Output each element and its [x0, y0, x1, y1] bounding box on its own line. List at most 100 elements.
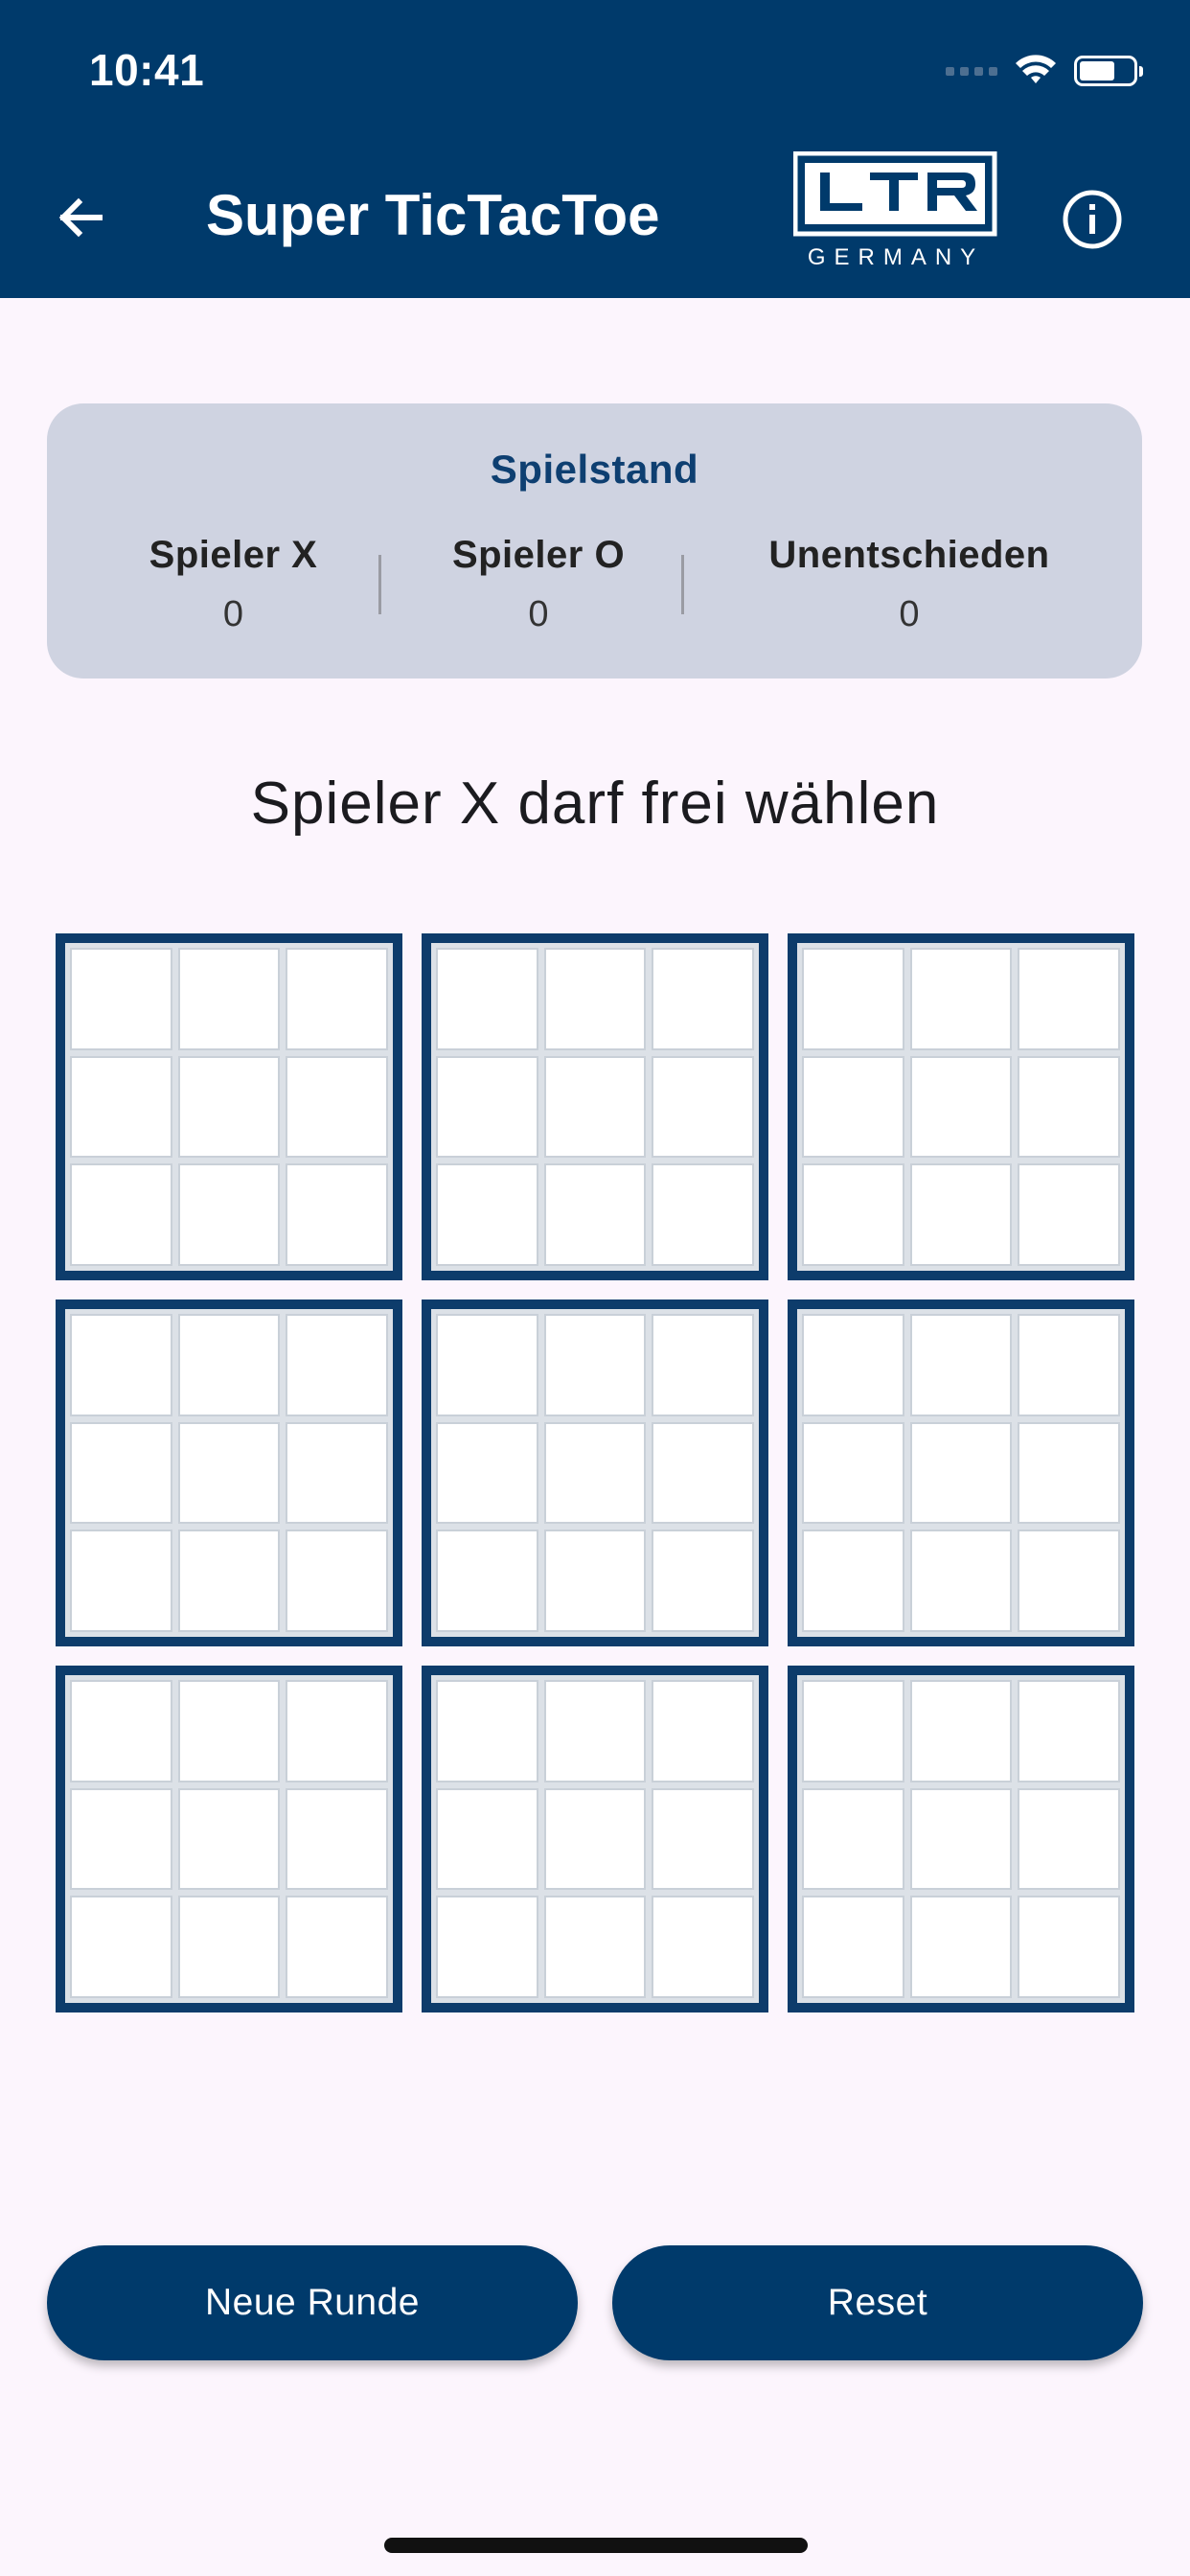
board-cell[interactable] — [286, 1055, 388, 1159]
board-cell[interactable] — [652, 1896, 754, 1998]
board-cell[interactable] — [286, 1421, 388, 1525]
board-cell[interactable] — [802, 1896, 904, 1998]
board-cell[interactable] — [802, 1680, 904, 1782]
sub-board — [422, 1300, 768, 1646]
board-cell[interactable] — [909, 1163, 1013, 1266]
board-cell[interactable] — [1018, 948, 1120, 1050]
board-cell[interactable] — [652, 1421, 754, 1525]
board-cell[interactable] — [543, 1163, 647, 1266]
board-cell[interactable] — [543, 1314, 647, 1416]
board-cell[interactable] — [286, 1163, 388, 1266]
board-cell[interactable] — [286, 948, 388, 1050]
board-cell[interactable] — [70, 1163, 172, 1266]
board-cell[interactable] — [909, 1421, 1013, 1525]
board-cell[interactable] — [436, 1680, 538, 1782]
board-cell[interactable] — [909, 1530, 1013, 1632]
board-cell[interactable] — [177, 1896, 281, 1998]
board-cell[interactable] — [436, 1787, 538, 1891]
board-cell[interactable] — [286, 1680, 388, 1782]
board-cell[interactable] — [652, 1787, 754, 1891]
new-round-button[interactable]: Neue Runde — [47, 2245, 578, 2360]
board-cell[interactable] — [1018, 1055, 1120, 1159]
board-cell[interactable] — [70, 948, 172, 1050]
back-arrow-icon[interactable] — [50, 185, 115, 250]
board-cell[interactable] — [543, 1055, 647, 1159]
board-cell[interactable] — [802, 948, 904, 1050]
score-value: 0 — [222, 594, 244, 634]
board-cell[interactable] — [652, 1530, 754, 1632]
board-cell[interactable] — [177, 1680, 281, 1782]
board-cell[interactable] — [802, 1787, 904, 1891]
board-cell[interactable] — [177, 1163, 281, 1266]
board-cell[interactable] — [1018, 1680, 1120, 1782]
board-cell[interactable] — [652, 948, 754, 1050]
board-cell[interactable] — [436, 948, 538, 1050]
board-cell[interactable] — [1018, 1530, 1120, 1632]
board-cell[interactable] — [436, 1530, 538, 1632]
info-icon[interactable] — [1061, 188, 1124, 251]
board-cell[interactable] — [70, 1680, 172, 1782]
board-cell[interactable] — [909, 1787, 1013, 1891]
board-cell[interactable] — [802, 1314, 904, 1416]
board-cell[interactable] — [436, 1896, 538, 1998]
board-cell[interactable] — [652, 1163, 754, 1266]
board-cell[interactable] — [177, 1421, 281, 1525]
board-cell[interactable] — [652, 1314, 754, 1416]
scoreboard-title: Spielstand — [490, 447, 699, 492]
board-cell[interactable] — [543, 948, 647, 1050]
board-cell[interactable] — [70, 1530, 172, 1632]
app-header: 10:41 Super TicTacToe GERMANY — [0, 0, 1190, 298]
board-cell[interactable] — [1018, 1314, 1120, 1416]
score-divider — [378, 555, 381, 614]
board-cell[interactable] — [177, 1314, 281, 1416]
board-cell[interactable] — [802, 1530, 904, 1632]
board-cell[interactable] — [543, 1680, 647, 1782]
board-cell[interactable] — [70, 1787, 172, 1891]
sub-board — [788, 933, 1134, 1280]
wifi-icon — [1016, 55, 1056, 83]
reset-button[interactable]: Reset — [612, 2245, 1143, 2360]
board-cell[interactable] — [909, 1896, 1013, 1998]
sub-board — [422, 933, 768, 1280]
ltr-germany-logo: GERMANY — [793, 151, 997, 270]
sub-board — [56, 1666, 402, 2012]
board-cell[interactable] — [70, 1055, 172, 1159]
board-cell[interactable] — [1018, 1163, 1120, 1266]
board-cell[interactable] — [177, 948, 281, 1050]
board-cell[interactable] — [909, 1055, 1013, 1159]
board-cell[interactable] — [909, 1680, 1013, 1782]
board-cell[interactable] — [70, 1896, 172, 1998]
board-cell[interactable] — [1018, 1787, 1120, 1891]
score-divider — [681, 555, 684, 614]
board-cell[interactable] — [802, 1163, 904, 1266]
board-cell[interactable] — [286, 1314, 388, 1416]
board-cell[interactable] — [177, 1530, 281, 1632]
board-cell[interactable] — [543, 1530, 647, 1632]
board-cell[interactable] — [286, 1787, 388, 1891]
board-cell[interactable] — [436, 1314, 538, 1416]
board-cell[interactable] — [652, 1680, 754, 1782]
board-cell[interactable] — [286, 1530, 388, 1632]
board-cell[interactable] — [802, 1055, 904, 1159]
sub-board — [788, 1666, 1134, 2012]
board-cell[interactable] — [286, 1896, 388, 1998]
board-cell[interactable] — [436, 1055, 538, 1159]
board-cell[interactable] — [1018, 1421, 1120, 1525]
board-cell[interactable] — [436, 1163, 538, 1266]
board-cell[interactable] — [543, 1787, 647, 1891]
board-cell[interactable] — [177, 1787, 281, 1891]
board-cell[interactable] — [70, 1421, 172, 1525]
sub-board — [56, 933, 402, 1280]
board-cell[interactable] — [909, 948, 1013, 1050]
board-cell[interactable] — [70, 1314, 172, 1416]
score-value: 0 — [899, 594, 920, 634]
board-cell[interactable] — [652, 1055, 754, 1159]
board-cell[interactable] — [543, 1896, 647, 1998]
board-cell[interactable] — [543, 1421, 647, 1525]
board-cell[interactable] — [909, 1314, 1013, 1416]
board-cell[interactable] — [436, 1421, 538, 1525]
board-cell[interactable] — [1018, 1896, 1120, 1998]
battery-icon — [1074, 56, 1143, 86]
board-cell[interactable] — [802, 1421, 904, 1525]
board-cell[interactable] — [177, 1055, 281, 1159]
